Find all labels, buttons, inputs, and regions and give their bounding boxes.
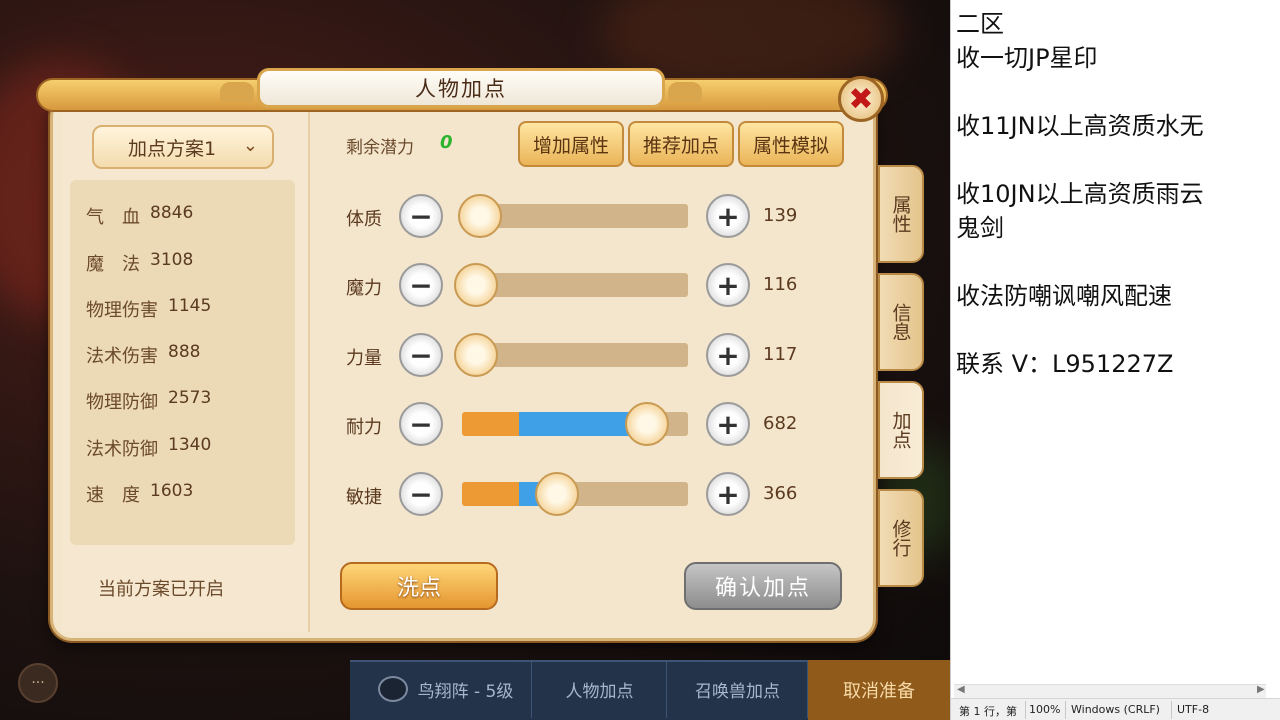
notepad-line: 二区 [956, 10, 1004, 38]
minus-button[interactable]: − [399, 472, 443, 516]
tab-add-points[interactable]: 加点 [878, 381, 924, 479]
remaining-points-value: 0 [440, 132, 453, 153]
base-fill [462, 412, 519, 436]
tab-attributes[interactable]: 属性 [878, 165, 924, 263]
stat-value: 1340 [168, 435, 212, 455]
minus-button[interactable]: − [399, 333, 443, 377]
tab-info[interactable]: 信息 [878, 273, 924, 371]
chat-icon[interactable]: ··· [18, 663, 58, 703]
attr-label: 敏捷 [346, 487, 382, 508]
tab-label: 修行 [889, 519, 912, 557]
slider-handle[interactable] [625, 402, 670, 446]
slider-handle[interactable] [453, 333, 498, 377]
notepad-line: 收10JN以上高资质雨云 [956, 180, 1204, 208]
stat-label: 法术防御 [86, 439, 158, 460]
title-ornament-left [220, 82, 254, 102]
attr-label: 魔力 [346, 278, 382, 299]
stat-row-magic-dmg: 法术伤害 888 [86, 342, 201, 367]
attr-value: 139 [763, 205, 798, 226]
scroll-right-icon[interactable]: ▶ [1257, 684, 1265, 695]
zoom-level: 100% [1029, 703, 1061, 716]
notepad-line: 联系 V：L951227Z [956, 350, 1174, 378]
stat-row-magic-def: 法术防御 1340 [86, 435, 212, 460]
attr-label: 力量 [346, 348, 382, 369]
close-icon: ✖ [848, 81, 874, 117]
stat-value: 2573 [168, 388, 212, 408]
close-button[interactable]: ✖ [838, 76, 884, 122]
stat-row-phys-def: 物理防御 2573 [86, 388, 212, 413]
line-ending: Windows (CRLF) [1071, 703, 1160, 716]
attr-value: 682 [763, 413, 798, 434]
slider-handle[interactable] [453, 263, 498, 307]
notepad-line: 鬼剑 [956, 214, 1004, 242]
stat-value: 3108 [150, 250, 194, 270]
add-attribute-button[interactable]: 增加属性 [518, 121, 624, 167]
scheme-status-text: 当前方案已开启 [98, 579, 224, 600]
notepad-line: 收11JN以上高资质水无 [956, 112, 1204, 140]
encoding: UTF-8 [1177, 703, 1210, 716]
plus-button[interactable]: + [706, 194, 750, 238]
attr-label: 耐力 [346, 417, 382, 438]
notepad-line: 收一切JP星印 [956, 44, 1098, 72]
formation-button[interactable]: 鸟翔阵 - 5级 [360, 660, 532, 718]
attr-value: 116 [763, 274, 798, 295]
minus-button[interactable]: − [399, 194, 443, 238]
formation-icon [377, 676, 408, 702]
attr-value: 117 [763, 344, 798, 365]
status-bar: 第 1 行，第 100% Windows (CRLF) UTF-8 [951, 698, 1280, 720]
stat-label: 物理防御 [86, 392, 158, 413]
stat-label: 魔 法 [86, 254, 140, 275]
stat-value: 1145 [168, 296, 212, 316]
chevron-down-icon: ⌄ [242, 135, 258, 156]
summon-points-button[interactable]: 召唤兽加点 [668, 660, 808, 718]
char-points-button[interactable]: 人物加点 [533, 660, 667, 718]
tab-label: 属性 [889, 195, 912, 233]
cancel-ready-button[interactable]: 取消准备 [808, 660, 950, 720]
stat-label: 速 度 [86, 485, 140, 506]
window-title: 人物加点 [415, 77, 507, 101]
plus-button[interactable]: + [706, 263, 750, 307]
stat-value: 8846 [150, 203, 194, 223]
stat-label: 气 血 [86, 207, 140, 228]
minus-button[interactable]: − [399, 402, 443, 446]
stat-row-hp: 气 血 8846 [86, 203, 194, 228]
base-fill [462, 482, 519, 506]
notepad-line: 收法防嘲讽嘲风配速 [956, 282, 1172, 310]
attr-value: 366 [763, 483, 798, 504]
scheme-selected: 加点方案1 [128, 137, 217, 160]
stat-value: 1603 [150, 481, 194, 501]
simulate-attribute-button[interactable]: 属性模拟 [738, 121, 844, 167]
stat-label: 法术伤害 [86, 346, 158, 367]
stat-row-phys-dmg: 物理伤害 1145 [86, 296, 212, 321]
plus-button[interactable]: + [706, 402, 750, 446]
scheme-dropdown[interactable]: 加点方案1 ⌄ [92, 125, 274, 169]
scroll-left-icon[interactable]: ◀ [957, 684, 965, 695]
wash-points-button[interactable]: 洗点 [340, 562, 498, 610]
slider-handle[interactable] [534, 472, 579, 516]
tab-cultivation[interactable]: 修行 [878, 489, 924, 587]
horizontal-scrollbar[interactable] [954, 684, 1266, 698]
slider-handle[interactable] [458, 194, 503, 238]
title-banner: 人物加点 [257, 68, 665, 108]
minus-button[interactable]: − [399, 263, 443, 307]
remaining-points-label: 剩余潜力 [346, 138, 414, 158]
stat-row-mp: 魔 法 3108 [86, 250, 194, 275]
recommend-points-button[interactable]: 推荐加点 [628, 121, 734, 167]
plus-button[interactable]: + [706, 472, 750, 516]
formation-label: 鸟翔阵 - 5级 [417, 681, 514, 702]
stat-label: 物理伤害 [86, 300, 158, 321]
tab-label: 加点 [889, 411, 912, 449]
tab-label: 信息 [889, 303, 912, 341]
confirm-points-button[interactable]: 确认加点 [684, 562, 842, 610]
stat-row-speed: 速 度 1603 [86, 481, 194, 506]
cursor-position: 第 1 行，第 [959, 705, 1017, 718]
attr-label: 体质 [346, 209, 382, 230]
plus-button[interactable]: + [706, 333, 750, 377]
stat-value: 888 [168, 342, 201, 362]
title-ornament-right [668, 82, 702, 102]
